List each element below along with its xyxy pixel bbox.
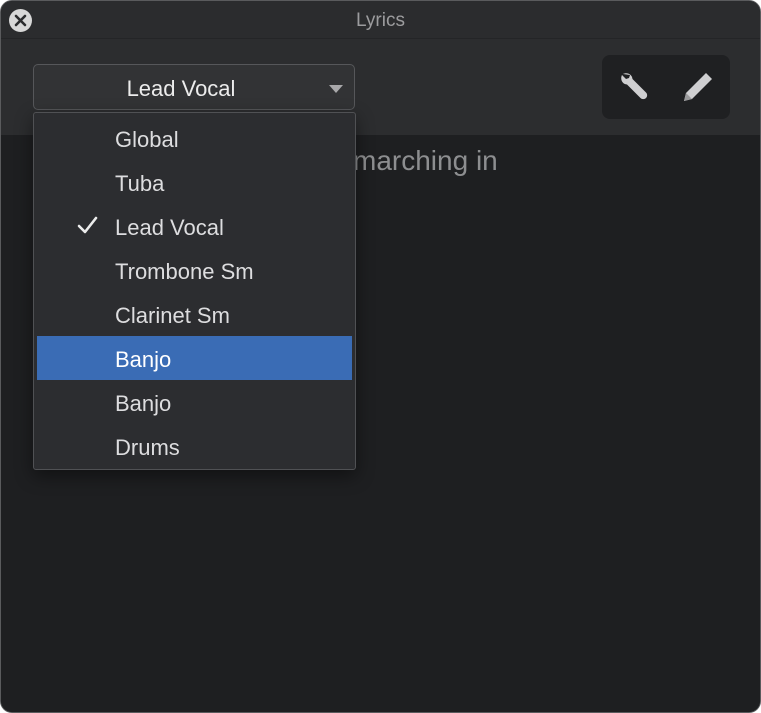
- menu-item[interactable]: Banjo: [37, 336, 352, 380]
- track-dropdown-menu: Global Tuba Lead Vocal Trombone Sm Clarinet …: [33, 112, 356, 470]
- window-title: Lyrics: [356, 10, 405, 31]
- title-bar: Lyrics: [1, 1, 760, 39]
- menu-item[interactable]: Global: [37, 116, 352, 160]
- menu-item-label: Banjo: [115, 391, 172, 416]
- menu-item[interactable]: Drums: [37, 424, 352, 468]
- menu-item-label: Clarinet Sm: [115, 303, 230, 328]
- menu-item-label: Global: [115, 127, 179, 152]
- lyrics-window: Lyrics Lead Vocal marching in Global Tuba…: [0, 0, 761, 713]
- chevron-down-icon: [329, 85, 343, 93]
- menu-item-label: Lead Vocal: [115, 215, 224, 240]
- track-select[interactable]: Lead Vocal: [33, 64, 355, 110]
- checkmark-icon: [77, 216, 98, 234]
- wrench-icon: [621, 73, 648, 100]
- menu-item[interactable]: Tuba: [37, 160, 352, 204]
- pencil-icon: [684, 73, 712, 101]
- lyric-text: marching in: [353, 145, 498, 176]
- wrench-button[interactable]: [616, 69, 652, 105]
- track-select-value: Lead Vocal: [126, 76, 236, 101]
- menu-item[interactable]: Banjo: [37, 380, 352, 424]
- menu-item[interactable]: Clarinet Sm: [37, 292, 352, 336]
- menu-item-label: Trombone Sm: [115, 259, 254, 284]
- menu-item[interactable]: Lead Vocal: [37, 204, 352, 248]
- menu-item-label: Banjo: [115, 347, 172, 372]
- menu-item-label: Drums: [115, 435, 180, 460]
- menu-item-label: Tuba: [115, 171, 165, 196]
- menu-item[interactable]: Trombone Sm: [37, 248, 352, 292]
- pencil-button[interactable]: [680, 69, 716, 105]
- tool-group: [602, 55, 730, 119]
